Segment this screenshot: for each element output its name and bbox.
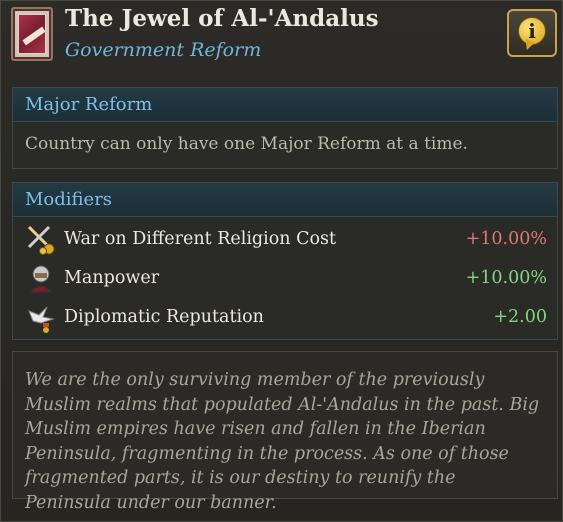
dove-icon — [28, 306, 55, 333]
modifier-label: War on Different Religion Cost — [64, 229, 337, 249]
modifier-value: +10.00% — [465, 229, 547, 249]
modifiers-heading: Modifiers — [13, 183, 557, 217]
modifier-value: +10.00% — [465, 268, 547, 288]
reform-type-label: Government Reform — [65, 39, 262, 61]
reform-tooltip: The Jewel of Al-'Andalus Government Refo… — [0, 0, 563, 522]
soldier-icon — [29, 265, 53, 293]
government-reform-icon — [11, 7, 53, 61]
modifier-row: Manpower +10.00% — [25, 260, 547, 296]
modifier-row: Diplomatic Reputation +2.00 — [25, 299, 547, 335]
crossed-swords-icon — [27, 225, 55, 255]
major-reform-section: Major Reform Country can only have one M… — [12, 87, 558, 169]
modifiers-section: Modifiers War on Different Religion Cost… — [12, 182, 558, 340]
major-reform-text: Country can only have one Major Reform a… — [25, 134, 468, 154]
modifier-value: +2.00 — [493, 307, 547, 327]
modifier-row: War on Different Religion Cost +10.00% — [25, 221, 547, 257]
modifier-label: Diplomatic Reputation — [64, 307, 264, 327]
flavor-text: We are the only surviving member of the … — [25, 370, 540, 513]
tooltip-header: The Jewel of Al-'Andalus Government Refo… — [1, 1, 563, 79]
info-icon: i — [518, 17, 546, 45]
reform-title: The Jewel of Al-'Andalus — [65, 5, 379, 32]
modifier-label: Manpower — [64, 268, 160, 288]
flavor-text-box: We are the only surviving member of the … — [12, 351, 558, 513]
info-button[interactable]: i — [507, 9, 557, 57]
major-reform-heading: Major Reform — [13, 88, 557, 122]
